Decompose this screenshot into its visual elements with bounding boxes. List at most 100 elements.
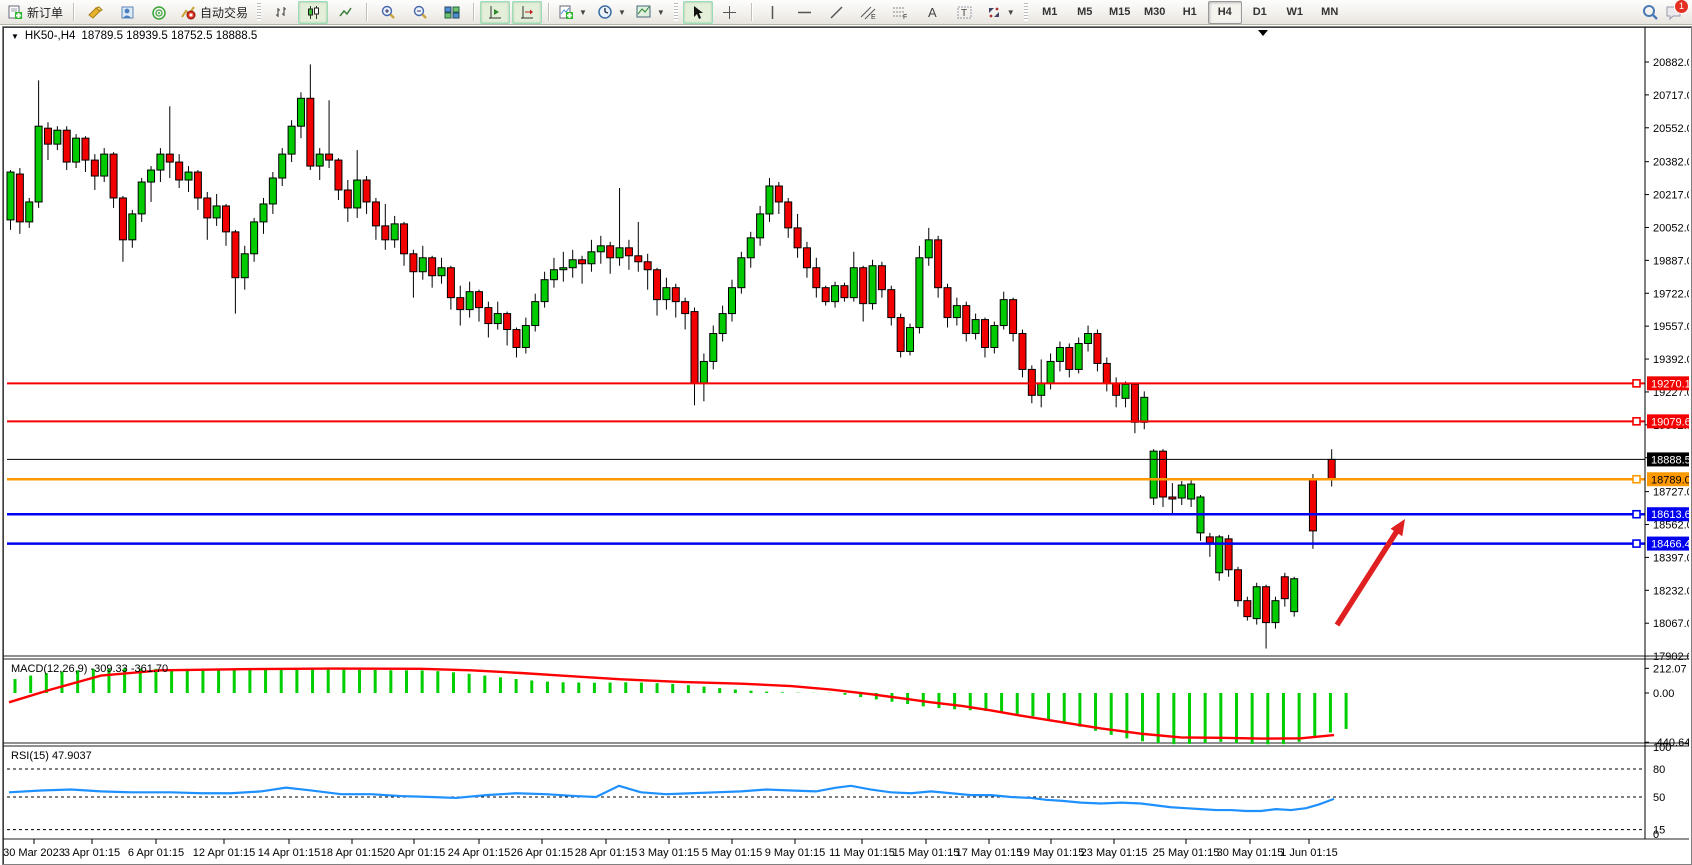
zoom-out-button[interactable] bbox=[405, 1, 435, 24]
candle-body bbox=[185, 172, 192, 180]
auto-trading-icon bbox=[180, 5, 196, 20]
timeframe-button-m15[interactable]: M15 bbox=[1103, 1, 1137, 24]
candle-body bbox=[1010, 300, 1017, 334]
candle-body bbox=[326, 154, 333, 160]
candle-body bbox=[129, 214, 136, 240]
auto-trading-button[interactable]: 自动交易 bbox=[176, 1, 252, 24]
candle-body bbox=[138, 182, 145, 214]
chart-shift-button[interactable] bbox=[512, 1, 542, 24]
candle-body bbox=[1113, 383, 1120, 395]
bar-chart-icon bbox=[274, 5, 289, 20]
tile-windows-button[interactable] bbox=[437, 1, 467, 24]
candle-body bbox=[26, 202, 33, 222]
line-anchor-handle[interactable] bbox=[1633, 418, 1640, 425]
toolbar-separator bbox=[548, 3, 549, 21]
timeframe-button-w1[interactable]: W1 bbox=[1278, 1, 1312, 24]
text-label-button[interactable]: T bbox=[950, 1, 980, 24]
candle-body bbox=[1122, 384, 1129, 398]
fibonacci-icon: F bbox=[892, 5, 909, 20]
chart-shift-marker[interactable] bbox=[1258, 30, 1268, 36]
candle-body bbox=[1263, 587, 1270, 623]
candle-body bbox=[457, 298, 464, 310]
timeframe-button-mn[interactable]: MN bbox=[1313, 1, 1347, 24]
line-anchor-handle[interactable] bbox=[1633, 380, 1640, 387]
price-axis-label: 20052.0 bbox=[1653, 222, 1689, 234]
price-axis-label: 18562.0 bbox=[1653, 520, 1689, 532]
new-order-icon bbox=[8, 5, 23, 20]
date-axis-label: 3 Apr 01:15 bbox=[64, 847, 120, 859]
candle-body bbox=[925, 240, 932, 258]
templates-button[interactable]: ▼ bbox=[632, 1, 669, 24]
chevron-down-icon[interactable]: ▼ bbox=[11, 32, 19, 41]
date-axis-label: 30 May 01:15 bbox=[1217, 847, 1284, 859]
line-anchor-handle[interactable] bbox=[1633, 540, 1640, 547]
timeframe-button-m5[interactable]: M5 bbox=[1068, 1, 1102, 24]
timeframe-button-m1[interactable]: M1 bbox=[1033, 1, 1067, 24]
history-center-button[interactable] bbox=[80, 1, 110, 24]
bar-chart-button[interactable] bbox=[266, 1, 296, 24]
candle-body bbox=[747, 238, 754, 258]
line-chart-button[interactable] bbox=[330, 1, 360, 24]
candle-body bbox=[560, 268, 567, 270]
candle-body bbox=[260, 204, 267, 222]
candle-chart-button[interactable] bbox=[298, 1, 328, 24]
candle-body bbox=[1178, 485, 1185, 498]
chevron-down-icon: ▼ bbox=[657, 8, 665, 17]
rsi-axis-label: 0 bbox=[1653, 829, 1659, 841]
periods-button[interactable]: ▼ bbox=[593, 1, 630, 24]
vertical-line-button[interactable] bbox=[758, 1, 788, 24]
timeframe-button-d1[interactable]: D1 bbox=[1243, 1, 1277, 24]
timeframe-button-h4[interactable]: H4 bbox=[1208, 1, 1242, 24]
auto-scroll-button[interactable] bbox=[480, 1, 510, 24]
candle-body bbox=[682, 302, 689, 314]
arrows-button[interactable]: ▼ bbox=[982, 1, 1019, 24]
chart-canvas[interactable]: 20882.020717.020552.020382.020217.020052… bbox=[3, 27, 1689, 862]
text-label-icon: T bbox=[957, 5, 973, 20]
cursor-button[interactable] bbox=[683, 1, 713, 24]
toolbar-grip bbox=[674, 3, 678, 21]
text-button[interactable]: A bbox=[918, 1, 948, 24]
trendline-button[interactable] bbox=[822, 1, 852, 24]
fibonacci-button[interactable]: F bbox=[886, 1, 916, 24]
candle-body bbox=[382, 226, 389, 240]
candle-body bbox=[897, 318, 904, 352]
toolbar-separator bbox=[751, 3, 752, 21]
line-anchor-handle[interactable] bbox=[1633, 511, 1640, 518]
date-axis-label: 14 Apr 01:15 bbox=[258, 847, 320, 859]
timeframe-button-m30[interactable]: M30 bbox=[1138, 1, 1172, 24]
timeframe-button-h1[interactable]: H1 bbox=[1173, 1, 1207, 24]
zoom-in-button[interactable] bbox=[373, 1, 403, 24]
toolbar-separator bbox=[73, 3, 74, 21]
candle-body bbox=[316, 154, 323, 166]
candle-body bbox=[1309, 479, 1316, 531]
candle-body bbox=[1019, 334, 1026, 370]
date-axis-label: 17 May 01:15 bbox=[956, 847, 1023, 859]
signals-button[interactable] bbox=[144, 1, 174, 24]
candle-body bbox=[1066, 347, 1073, 369]
rsi-pane: RSI(15) 47.90371008050150 bbox=[7, 742, 1671, 841]
accounts-button[interactable] bbox=[112, 1, 142, 24]
search-icon[interactable] bbox=[1641, 3, 1659, 21]
trend-arrow-annotation[interactable] bbox=[1337, 519, 1405, 625]
candle-body bbox=[1244, 601, 1251, 617]
candle-body bbox=[372, 202, 379, 226]
crosshair-button[interactable] bbox=[715, 1, 745, 24]
chart-title-bar: ▼ HK50-,H4 18789.5 18939.5 18752.5 18888… bbox=[11, 30, 257, 42]
horizontal-line-button[interactable] bbox=[790, 1, 820, 24]
toolbar-right-group: 1 bbox=[1641, 3, 1684, 21]
candle-body bbox=[1085, 334, 1092, 344]
candle-body bbox=[1056, 347, 1063, 361]
line-anchor-handle[interactable] bbox=[1633, 476, 1640, 483]
candle-body bbox=[691, 312, 698, 384]
notification-badge: 1 bbox=[1674, 0, 1689, 14]
candle-body bbox=[869, 266, 876, 304]
new-order-button[interactable]: 新订单 bbox=[4, 1, 67, 24]
equidistant-channel-button[interactable]: E bbox=[854, 1, 884, 24]
indicators-button[interactable]: ▼ bbox=[555, 1, 591, 24]
notifications-icon[interactable]: 1 bbox=[1665, 4, 1684, 21]
candle-body bbox=[35, 126, 42, 202]
candle-body bbox=[794, 228, 801, 248]
candle-body bbox=[738, 258, 745, 288]
candle-body bbox=[1272, 601, 1279, 623]
chart-window[interactable]: ▼ HK50-,H4 18789.5 18939.5 18752.5 18888… bbox=[2, 26, 1692, 865]
